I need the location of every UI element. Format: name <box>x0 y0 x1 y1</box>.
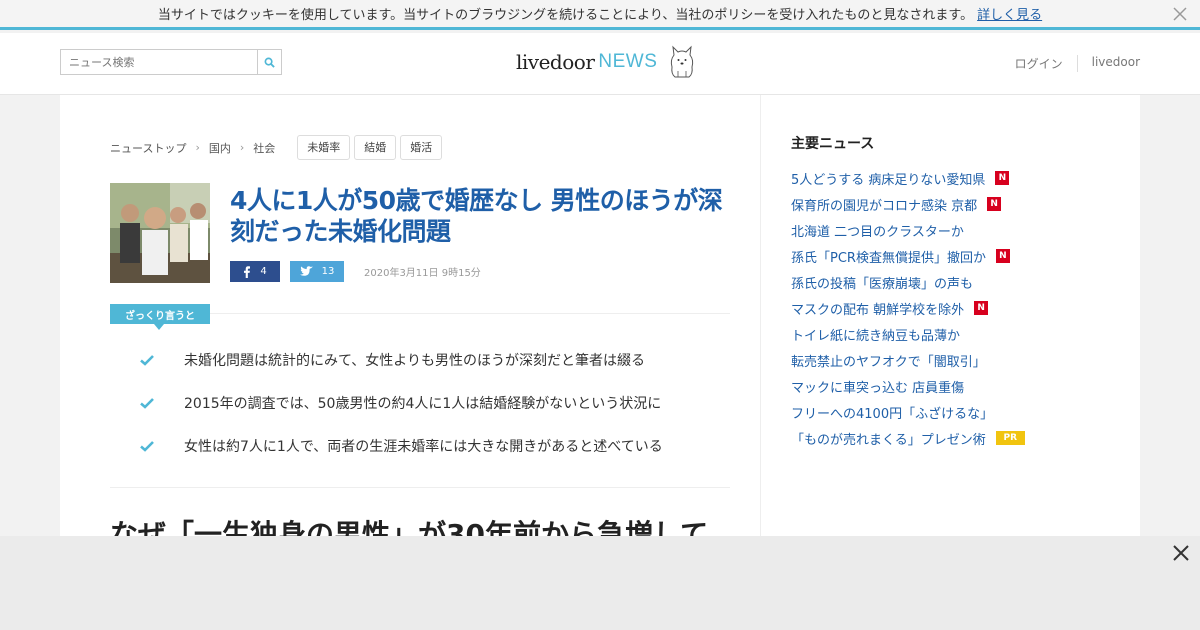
new-badge: N <box>995 249 1010 263</box>
article-title: 4人に1人が50歳で婚歴なし 男性のほうが深刻だった未婚化問題 <box>230 186 723 246</box>
summary-item: 2015年の調査では、50歳男性の約4人に1人は結婚経験がないという状況に <box>140 393 730 413</box>
ad-banner <box>0 536 1200 630</box>
breadcrumb-item[interactable]: 社会 <box>253 140 275 156</box>
logo-brand: livedoor <box>516 50 595 74</box>
article-thumbnail[interactable] <box>110 183 210 283</box>
breadcrumb: ニューストップ › 国内 › 社会 未婚率 結婚 婚活 <box>110 135 446 160</box>
tag[interactable]: 未婚率 <box>297 135 351 160</box>
logo-news: NEWS <box>598 51 658 72</box>
news-link[interactable]: 「ものが売れまくる」プレゼン術 <box>791 429 986 448</box>
search-button[interactable] <box>257 50 281 74</box>
news-item[interactable]: 北海道 二つ目のクラスターか <box>791 217 1121 243</box>
search-box <box>60 49 282 75</box>
cookie-details-link[interactable]: 詳しく見る <box>977 4 1042 23</box>
summary-text: 2015年の調査では、50歳男性の約4人に1人は結婚経験がないという状況に <box>184 396 662 412</box>
summary-item: 女性は約7人に1人で、両者の生涯未婚率には大きな開きがあると述べている <box>140 436 730 456</box>
top-news-list: 5人どうする 病床足りない愛知県 N 保育所の園児がコロナ感染 京都 N 北海道… <box>791 165 1121 451</box>
divider <box>110 487 730 488</box>
news-link[interactable]: マックに車突っ込む 店員重傷 <box>791 377 964 396</box>
login-link[interactable]: ログイン <box>1015 55 1078 72</box>
header-nav: ログイン livedoor <box>1015 55 1140 72</box>
news-item[interactable]: 孫氏の投稿「医療崩壊」の声も <box>791 269 1121 295</box>
check-icon <box>140 398 154 409</box>
share-bar: 4 13 2020年3月11日 9時15分 <box>230 261 481 282</box>
close-icon[interactable] <box>1172 544 1190 562</box>
news-item[interactable]: マスクの配布 朝鮮学校を除外 N <box>791 295 1121 321</box>
news-item[interactable]: 「ものが売れまくる」プレゼン術 PR <box>791 425 1121 451</box>
thumbnail-photo <box>110 183 210 283</box>
search-icon <box>264 57 275 68</box>
tag[interactable]: 結婚 <box>354 135 397 160</box>
facebook-share-button[interactable]: 4 <box>230 261 280 282</box>
news-item[interactable]: マックに車突っ込む 店員重傷 <box>791 373 1121 399</box>
news-link[interactable]: 5人どうする 病床足りない愛知県 <box>791 169 985 188</box>
new-badge: N <box>987 197 1002 211</box>
close-icon[interactable] <box>1172 6 1188 22</box>
chevron-right-icon: › <box>239 141 245 154</box>
summary-item: 未婚化問題は統計的にみて、女性よりも男性のほうが深刻だと筆者は綴る <box>140 350 730 370</box>
livedoor-link[interactable]: livedoor <box>1078 55 1140 72</box>
news-item[interactable]: 転売禁止のヤフオクで「闇取引」 <box>791 347 1121 373</box>
sidebar-title: 主要ニュース <box>791 136 875 152</box>
twitter-icon <box>299 266 313 276</box>
facebook-icon <box>244 265 251 278</box>
news-item[interactable]: トイレ紙に続き納豆も品薄か <box>791 321 1121 347</box>
chevron-right-icon: › <box>195 141 200 154</box>
breadcrumb-item[interactable]: ニューストップ <box>110 140 186 156</box>
new-badge: N <box>995 171 1010 185</box>
news-link[interactable]: フリーへの4100円「ふざけるな」 <box>791 403 993 422</box>
tag[interactable]: 婚活 <box>400 135 443 160</box>
summary-text: 未婚化問題は統計的にみて、女性よりも男性のほうが深刻だと筆者は綴る <box>184 353 646 369</box>
news-link[interactable]: トイレ紙に続き納豆も品薄か <box>791 325 960 344</box>
site-header: livedoor NEWS ログイン livedoor <box>0 33 1200 95</box>
news-link[interactable]: マスクの配布 朝鮮学校を除外 <box>791 299 964 318</box>
news-item[interactable]: フリーへの4100円「ふざけるな」 <box>791 399 1121 425</box>
news-item[interactable]: 5人どうする 病床足りない愛知県 N <box>791 165 1121 191</box>
pr-badge: PR <box>995 431 1025 445</box>
news-link[interactable]: 孫氏の投稿「医療崩壊」の声も <box>791 273 973 292</box>
check-icon <box>140 441 154 452</box>
news-link[interactable]: 北海道 二つ目のクラスターか <box>791 221 964 240</box>
news-link[interactable]: 転売禁止のヤフオクで「闇取引」 <box>791 351 986 370</box>
summary-text: 女性は約7人に1人で、両者の生涯未婚率には大きな開きがあると述べている <box>184 439 663 455</box>
check-icon <box>140 355 154 366</box>
tag-list: 未婚率 結婚 婚活 <box>297 135 446 160</box>
news-link[interactable]: 保育所の園児がコロナ感染 京都 <box>791 195 977 214</box>
breadcrumb-item[interactable]: 国内 <box>209 140 231 156</box>
cookie-banner: 当サイトではクッキーを使用しています。当サイトのブラウジングを続けることにより、… <box>0 0 1200 30</box>
twitter-count: 13 <box>321 266 335 277</box>
new-badge: N <box>974 301 989 315</box>
cookie-message: 当サイトではクッキーを使用しています。当サイトのブラウジングを続けることにより、… <box>157 8 974 23</box>
facebook-count: 4 <box>260 266 267 277</box>
news-link[interactable]: 孫氏「PCR検査無償提供」撤回か <box>791 247 986 266</box>
summary-label: ざっくり言うと <box>110 304 210 330</box>
publish-date: 2020年3月11日 9時15分 <box>364 268 481 279</box>
search-input[interactable] <box>61 50 257 74</box>
summary-list: 未婚化問題は統計的にみて、女性よりも男性のほうが深刻だと筆者は綴る 2015年の… <box>140 350 730 479</box>
site-logo[interactable]: livedoor NEWS <box>516 43 697 81</box>
dog-mascot-icon <box>671 45 694 78</box>
news-item[interactable]: 孫氏「PCR検査無償提供」撤回か N <box>791 243 1121 269</box>
news-item[interactable]: 保育所の園児がコロナ感染 京都 N <box>791 191 1121 217</box>
twitter-share-button[interactable]: 13 <box>290 261 344 282</box>
